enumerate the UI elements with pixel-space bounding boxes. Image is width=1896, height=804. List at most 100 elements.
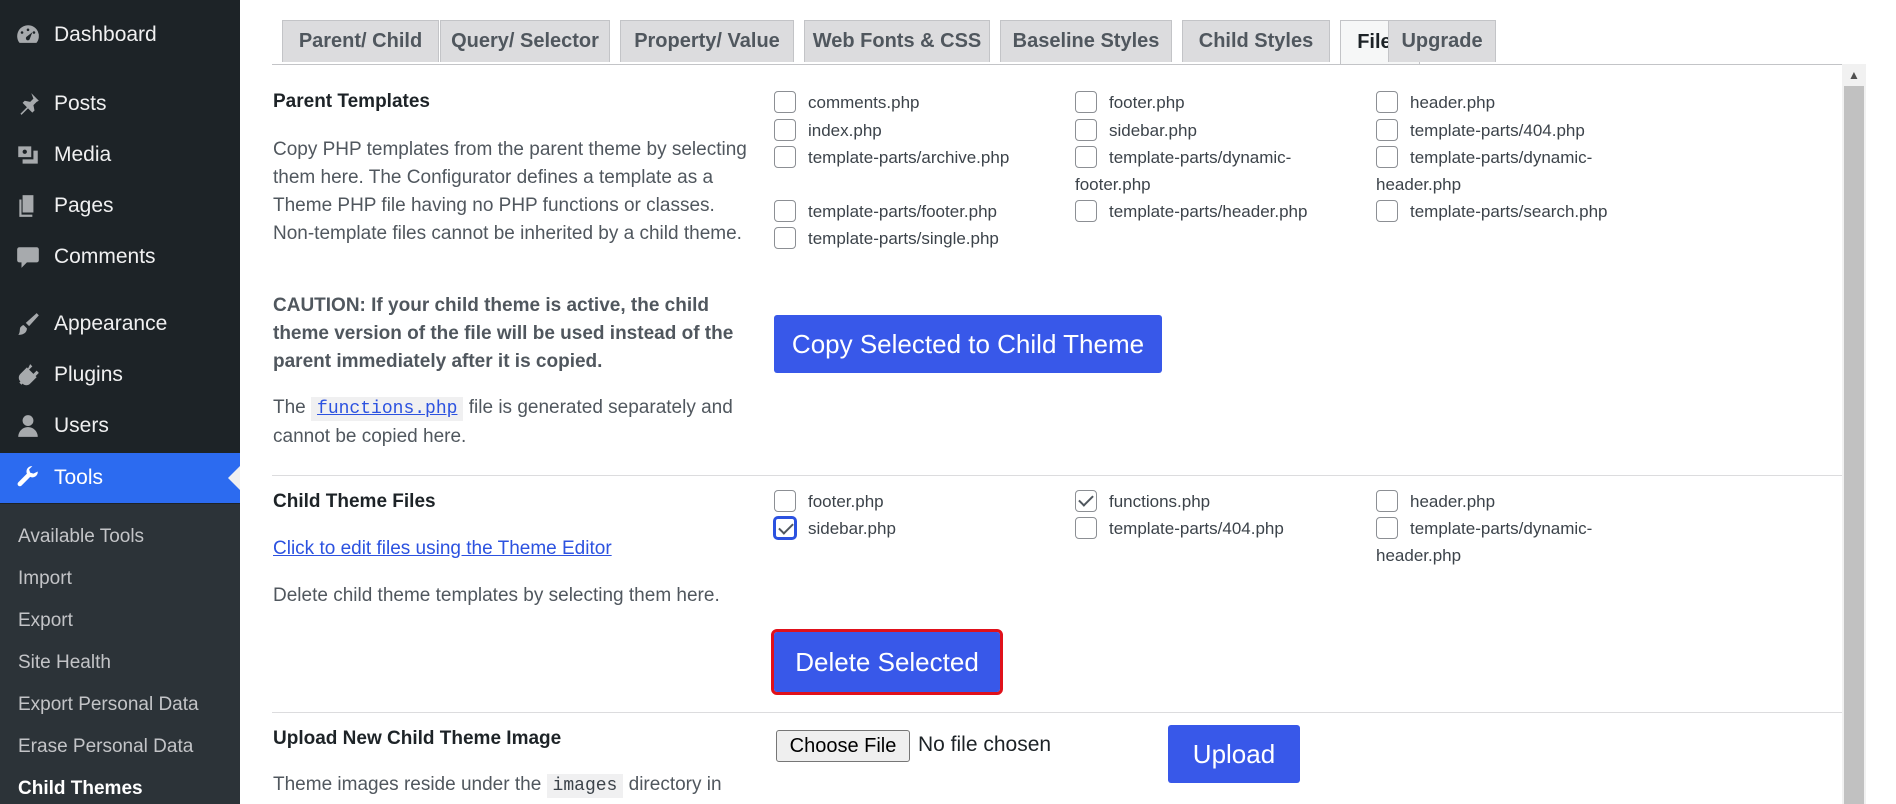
section-divider: [272, 712, 1842, 713]
checkbox-child-404[interactable]: [1075, 517, 1097, 539]
menu-tools[interactable]: Tools: [0, 453, 240, 503]
menu-comments[interactable]: Comments: [0, 232, 240, 282]
scroll-up-arrow-icon[interactable]: ▲: [1842, 64, 1866, 86]
section-divider: [272, 475, 1842, 476]
menu-appearance[interactable]: Appearance: [0, 299, 240, 349]
menu-posts[interactable]: Posts: [0, 79, 240, 129]
menu-pages[interactable]: Pages: [0, 181, 240, 231]
tab-child-styles[interactable]: Child Styles: [1182, 20, 1330, 62]
file-label: template-parts/404.php: [1410, 121, 1585, 140]
file-label: comments.php: [808, 93, 920, 112]
menu-label: Tools: [54, 466, 104, 489]
file-label: template-parts/dynamic-header.php: [1376, 519, 1593, 565]
dashboard-icon: [14, 21, 42, 49]
tools-submenu: Available Tools Import Export Site Healt…: [0, 504, 240, 804]
file-label: template-parts/search.php: [1410, 202, 1608, 221]
file-label: sidebar.php: [808, 519, 896, 538]
menu-label: Plugins: [54, 363, 123, 386]
pages-icon: [14, 192, 42, 220]
checkbox-child-header[interactable]: [1376, 490, 1398, 512]
submenu-site-health[interactable]: Site Health: [18, 652, 111, 674]
menu-label: Posts: [54, 92, 107, 115]
theme-editor-link[interactable]: Click to edit files using the Theme Edit…: [273, 538, 612, 560]
tab-web-fonts-css[interactable]: Web Fonts & CSS: [804, 20, 990, 62]
admin-sidebar: Dashboard Posts Media Pages Comments App…: [0, 0, 240, 804]
menu-label: Appearance: [54, 312, 168, 335]
file-label: template-parts/header.php: [1109, 202, 1308, 221]
tab-query-selector[interactable]: Query/ Selector: [440, 20, 610, 62]
checkbox-parent-comments[interactable]: [774, 91, 796, 113]
scrollbar-thumb[interactable]: [1844, 86, 1864, 804]
file-label: footer.php: [1109, 93, 1185, 112]
menu-users[interactable]: Users: [0, 401, 240, 451]
parent-templates-description: Copy PHP templates from the parent theme…: [273, 139, 747, 244]
copy-selected-button[interactable]: Copy Selected to Child Theme: [774, 315, 1162, 373]
checkbox-child-footer[interactable]: [774, 490, 796, 512]
checkbox-parent-footer[interactable]: [1075, 91, 1097, 113]
checkbox-parent-sidebar[interactable]: [1075, 119, 1097, 141]
file-label: footer.php: [808, 492, 884, 511]
checkbox-parent-search[interactable]: [1376, 200, 1398, 222]
menu-label: Comments: [54, 245, 156, 268]
checkbox-parent-index[interactable]: [774, 119, 796, 141]
upload-image-title: Upload New Child Theme Image: [273, 728, 562, 749]
menu-plugins[interactable]: Plugins: [0, 350, 240, 400]
upload-description: Theme images reside under the images dir…: [273, 771, 753, 800]
submenu-child-themes[interactable]: Child Themes: [18, 778, 143, 800]
tab-upgrade[interactable]: Upgrade: [1388, 20, 1496, 62]
wrench-icon: [14, 464, 42, 492]
checkbox-parent-header[interactable]: [1376, 91, 1398, 113]
comments-icon: [14, 243, 42, 271]
caution-text: CAUTION: If your child theme is active, …: [273, 295, 734, 372]
checkbox-parent-archive[interactable]: [774, 146, 796, 168]
checkbox-parent-single[interactable]: [774, 227, 796, 249]
delete-selected-button[interactable]: Delete Selected: [771, 629, 1003, 695]
pin-icon: [14, 90, 42, 118]
menu-label: Dashboard: [54, 23, 157, 46]
file-label: index.php: [808, 121, 882, 140]
checkbox-parent-404[interactable]: [1376, 119, 1398, 141]
submenu-export[interactable]: Export: [18, 610, 73, 632]
no-file-chosen-text: No file chosen: [918, 733, 1052, 756]
submenu-available-tools[interactable]: Available Tools: [18, 526, 144, 548]
file-label: template-parts/footer.php: [808, 202, 998, 221]
tab-divider: [272, 64, 1866, 65]
media-icon: [14, 141, 42, 169]
menu-label: Pages: [54, 194, 114, 217]
file-label: template-parts/dynamic-header.php: [1376, 148, 1593, 194]
checkbox-parent-tp-footer[interactable]: [774, 200, 796, 222]
submenu-import[interactable]: Import: [18, 568, 72, 590]
file-label: template-parts/archive.php: [808, 148, 1010, 167]
parent-templates-title: Parent Templates: [273, 91, 430, 112]
functions-note-prefix: The: [273, 397, 306, 418]
menu-label: Media: [54, 143, 112, 166]
functions-php-link[interactable]: functions.php: [317, 399, 457, 419]
choose-file-button[interactable]: Choose File: [776, 730, 910, 762]
file-label: header.php: [1410, 93, 1496, 112]
checkbox-child-functions[interactable]: [1075, 490, 1097, 512]
submenu-erase-personal-data[interactable]: Erase Personal Data: [18, 736, 193, 758]
file-label: template-parts/404.php: [1109, 519, 1284, 538]
file-label: template-parts/dynamic-footer.php: [1075, 148, 1292, 194]
tab-property-value[interactable]: Property/ Value: [620, 20, 794, 62]
checkbox-child-sidebar[interactable]: [774, 517, 796, 539]
file-label: template-parts/single.php: [808, 229, 999, 248]
upload-desc-suffix: directory in: [628, 774, 722, 795]
paintbrush-icon: [14, 310, 42, 338]
checkbox-parent-tp-header[interactable]: [1075, 200, 1097, 222]
upload-desc-prefix: Theme images reside under the: [273, 774, 542, 795]
menu-label: Users: [54, 414, 109, 437]
images-dir-code: images: [546, 774, 624, 798]
menu-media[interactable]: Media: [0, 130, 240, 180]
tab-parent-child[interactable]: Parent/ Child: [282, 20, 439, 62]
plugin-icon: [14, 361, 42, 389]
upload-button[interactable]: Upload: [1168, 725, 1300, 783]
submenu-export-personal-data[interactable]: Export Personal Data: [18, 694, 199, 716]
file-label: functions.php: [1109, 492, 1211, 511]
user-icon: [14, 412, 42, 440]
functions-note: The functions.php file is generated sepa…: [273, 394, 753, 451]
tab-baseline-styles[interactable]: Baseline Styles: [1000, 20, 1172, 62]
menu-dashboard[interactable]: Dashboard: [0, 10, 240, 60]
file-label: sidebar.php: [1109, 121, 1197, 140]
file-label: header.php: [1410, 492, 1496, 511]
